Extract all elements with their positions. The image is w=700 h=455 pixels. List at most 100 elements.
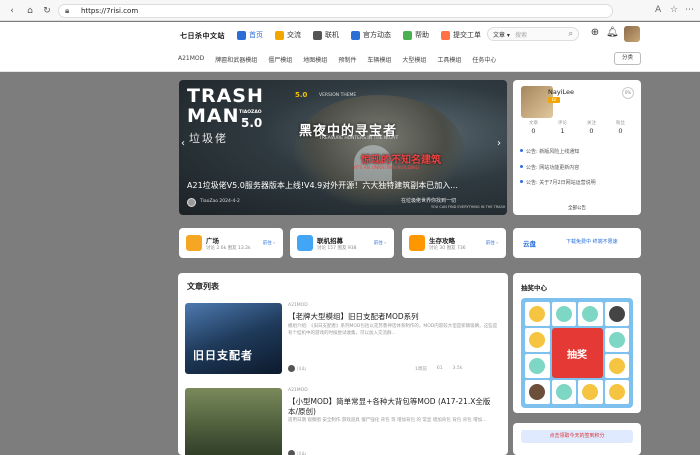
notice-item[interactable]: 公告: 关于7月2日网站运营说明 bbox=[520, 179, 596, 186]
article-item[interactable]: A21MOD 【小型MOD】简单常显+各种大背包等MOD (A17-21.X全版… bbox=[185, 388, 501, 455]
site-logo[interactable]: 七日杀中文站 bbox=[180, 31, 225, 41]
go-link[interactable]: 前往 › bbox=[486, 240, 498, 246]
lottery-card: 抽奖中心 抽奖 bbox=[513, 273, 641, 413]
search-box[interactable]: 文章 ▾ 搜索 ⌕ bbox=[487, 27, 579, 41]
article-title[interactable]: 【小型MOD】简单常显+各种大背包等MOD (A17-21.X全版本/原创) bbox=[288, 397, 498, 417]
gamepad-icon bbox=[297, 235, 313, 251]
star-icon[interactable]: ☆ bbox=[670, 5, 678, 15]
article-item[interactable]: 旧日支配者 A21MOD 【老牌大型模组】旧日支配者MOD系列 模组介绍: 《旧… bbox=[185, 303, 501, 381]
search-input[interactable]: 搜索 bbox=[515, 30, 527, 39]
category-button[interactable]: 分类 bbox=[614, 52, 641, 65]
subnav-item[interactable]: 车辆模组 bbox=[367, 55, 391, 64]
translate-icon[interactable]: A bbox=[655, 5, 661, 15]
home-icon[interactable]: ⌂ bbox=[24, 5, 36, 17]
subnav-item[interactable]: 地图模组 bbox=[303, 55, 327, 64]
nav-server[interactable]: 联机 bbox=[308, 28, 344, 42]
prize-cell bbox=[578, 380, 603, 404]
banner-lajilao: 垃圾佬 bbox=[189, 132, 228, 145]
address-bar[interactable]: 🔒︎ https://7risi.com bbox=[58, 4, 613, 18]
stat-following[interactable]: 关注 0 bbox=[577, 120, 606, 135]
prize-cell bbox=[604, 380, 629, 404]
nav-help[interactable]: 帮助 bbox=[398, 28, 434, 42]
site-header: 七日杀中文站 首页 交流 联机 官方动态 帮助 提交工单 文章 ▾ 搜索 ⌕ ⊕… bbox=[0, 22, 700, 72]
profile-name[interactable]: NayiLee bbox=[548, 88, 574, 96]
article-author[interactable]: 川山 bbox=[288, 450, 306, 455]
server-icon bbox=[313, 30, 322, 40]
article-list: 文章列表 旧日支配者 A21MOD 【老牌大型模组】旧日支配者MOD系列 模组介… bbox=[178, 273, 508, 455]
nav-official[interactable]: 官方动态 bbox=[346, 28, 396, 42]
profile-stats: 文章 0 评论 1 关注 0 粉丝 0 bbox=[519, 120, 635, 135]
article-title[interactable]: 【老牌大型模组】旧日支配者MOD系列 bbox=[288, 312, 498, 322]
search-icon[interactable]: ⌕ bbox=[569, 29, 573, 39]
help-icon bbox=[403, 30, 412, 40]
nav-home[interactable]: 首页 bbox=[232, 28, 268, 42]
article-excerpt: 适用日期 观察图 安全制作 游戏道具 僵尸强化 背包 等 增加背包 的 常显 增… bbox=[288, 418, 487, 423]
prize-cell bbox=[551, 302, 576, 326]
prize-cell bbox=[578, 302, 603, 326]
quick-card-plaza[interactable]: 广场 讨论 2.6k 围友 13.2k 前往 › bbox=[179, 228, 283, 258]
subnav-item[interactable]: 工具模组 bbox=[437, 55, 461, 64]
subnav-item[interactable]: 预制件 bbox=[338, 55, 356, 64]
add-icon[interactable]: ⊕ bbox=[589, 27, 601, 39]
next-arrow-icon[interactable]: › bbox=[497, 138, 507, 152]
profile-card: NayiLee LV 0% 文章 0 评论 1 关注 0 粉丝 0 公告: 新版… bbox=[513, 80, 641, 215]
hero-banner[interactable]: TRASH MAN TIAOZAO 5.0 垃圾佬 5.0 VERSION TH… bbox=[179, 80, 507, 215]
author-avatar bbox=[187, 198, 196, 207]
cloud-drive-card[interactable]: 云盘 下载免费中 终端不限速 bbox=[513, 228, 641, 258]
chat-icon bbox=[275, 30, 284, 40]
bell-icon[interactable]: 🔔︎ bbox=[606, 27, 619, 39]
profile-progress: 0% bbox=[622, 87, 634, 99]
stat-comments[interactable]: 评论 1 bbox=[548, 120, 577, 135]
guide-icon bbox=[409, 235, 425, 251]
user-avatar[interactable] bbox=[624, 26, 640, 42]
prize-cell bbox=[525, 302, 550, 326]
subnav-item[interactable]: 任务中心 bbox=[472, 55, 496, 64]
home-icon bbox=[237, 30, 246, 40]
article-author[interactable]: 川山 bbox=[288, 365, 306, 372]
nav-ticket[interactable]: 提交工单 bbox=[436, 28, 486, 42]
article-category[interactable]: A21MOD bbox=[288, 388, 308, 393]
category-nav: A21MOD 牌匾和武器模组 僵尸模组 地图模组 预制件 车辆模组 大型模组 工… bbox=[178, 55, 496, 64]
go-link[interactable]: 前往 › bbox=[263, 240, 275, 246]
banner-badge: 5.0 bbox=[295, 91, 308, 99]
all-notices-link[interactable]: 全部公告 bbox=[513, 205, 641, 211]
stat-articles[interactable]: 文章 0 bbox=[519, 120, 548, 135]
cloud-logo: 云盘 bbox=[523, 240, 536, 248]
article-thumbnail[interactable]: 旧日支配者 bbox=[185, 303, 282, 374]
notice-item[interactable]: 公告: 新版风险上线通知 bbox=[520, 148, 596, 155]
banner-fearless: 惊现的不知名建筑 bbox=[361, 155, 441, 166]
prev-arrow-icon[interactable]: ‹ bbox=[181, 138, 191, 152]
subnav-item[interactable]: 僵尸模组 bbox=[268, 55, 292, 64]
search-type-select[interactable]: 文章 ▾ bbox=[493, 30, 510, 39]
back-icon[interactable]: ‹ bbox=[6, 5, 18, 17]
refresh-icon[interactable]: ↻ bbox=[41, 5, 53, 17]
star-icon bbox=[351, 30, 360, 40]
quick-card-recruit[interactable]: 联机招募 讨论 157 围友 938 前往 › bbox=[290, 228, 394, 258]
notice-list: 公告: 新版风险上线通知 公告: 网站功能更新内容 公告: 关于7月2日网站运营… bbox=[520, 148, 596, 195]
nav-chat[interactable]: 交流 bbox=[270, 28, 306, 42]
subnav-item[interactable]: 大型模组 bbox=[402, 55, 426, 64]
notice-item[interactable]: 公告: 网站功能更新内容 bbox=[520, 164, 596, 171]
quick-card-guide[interactable]: 生存攻略 讨论 30 围友 736 前往 › bbox=[402, 228, 506, 258]
lottery-heading: 抽奖中心 bbox=[521, 284, 547, 292]
subnav-item[interactable]: 牌匾和武器模组 bbox=[215, 55, 257, 64]
banner-version: 5.0 bbox=[241, 116, 263, 130]
banner-version-theme: VERSION THEME bbox=[319, 93, 357, 98]
prize-cell bbox=[525, 354, 550, 378]
article-list-heading: 文章列表 bbox=[187, 282, 219, 291]
cloud-text: 下载免费中 终端不限速 bbox=[566, 239, 618, 245]
go-link[interactable]: 前往 › bbox=[374, 240, 386, 246]
banner-headline[interactable]: A21垃圾佬V5.0服务器版本上线!V4.9对外开源！六大独特建筑副本已加入..… bbox=[187, 180, 502, 191]
prize-cell bbox=[604, 302, 629, 326]
author-avatar bbox=[288, 365, 295, 372]
plaza-icon bbox=[186, 235, 202, 251]
draw-button[interactable]: 抽奖 bbox=[551, 328, 603, 378]
subnav-item[interactable]: A21MOD bbox=[178, 55, 204, 64]
prize-cell bbox=[551, 380, 576, 404]
lock-icon: 🔒︎ bbox=[65, 6, 70, 15]
checkin-banner[interactable]: 点击领取今天的签到积分 bbox=[521, 430, 633, 443]
article-category[interactable]: A21MOD bbox=[288, 303, 308, 308]
settings-icon[interactable]: ⋯ bbox=[685, 5, 694, 15]
article-thumbnail[interactable] bbox=[185, 388, 282, 455]
stat-fans[interactable]: 粉丝 0 bbox=[606, 120, 635, 135]
